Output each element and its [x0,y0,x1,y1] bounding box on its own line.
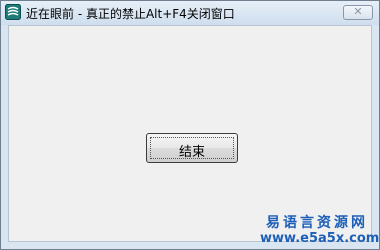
watermark-url: www.e5a5x.com [260,231,380,246]
window-title: 近在眼前 - 真正的禁止Alt+F4关闭窗口 [26,7,235,21]
close-icon: ✕ [353,5,363,18]
end-button-label: 结束 [178,145,205,160]
app-icon [5,4,21,20]
watermark-site-name: 易语言资源网 [266,215,368,231]
end-button[interactable]: 结束 [146,133,238,163]
close-button[interactable]: ✕ [343,5,373,20]
title-bar[interactable]: 近在眼前 - 真正的禁止Alt+F4关闭窗口 ✕ [1,1,379,25]
client-area: 结束 [8,25,372,242]
